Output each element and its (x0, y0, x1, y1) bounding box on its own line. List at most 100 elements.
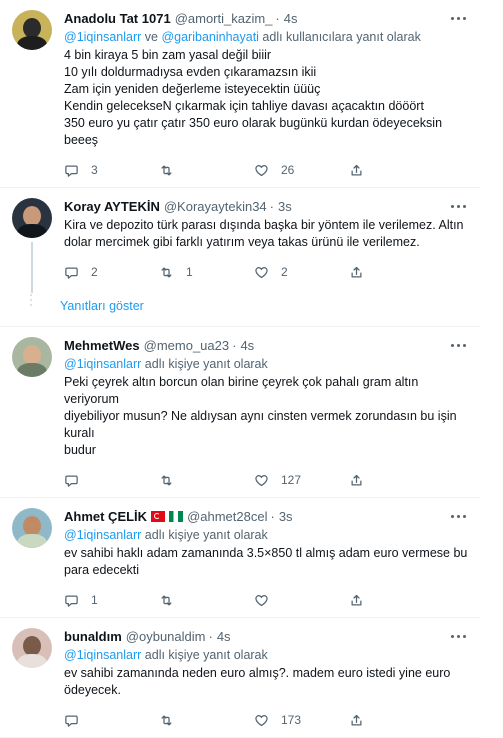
tweet-actions: 127 (64, 471, 468, 489)
reply-feed: Anadolu Tat 1071 @amorti_kazim_ · 4s @1i… (0, 0, 480, 738)
replying-to: @1iqinsanlarr ve @garibaninhayati adlı k… (64, 29, 468, 45)
reply-button[interactable] (64, 713, 159, 728)
tweet-actions: 173 (64, 711, 468, 729)
like-button[interactable]: 26 (254, 163, 349, 178)
display-name[interactable]: bunaldım (64, 628, 122, 645)
share-button[interactable] (349, 265, 376, 280)
like-icon (255, 714, 268, 726)
avatar[interactable] (12, 337, 52, 377)
like-icon (255, 594, 268, 606)
like-icon (255, 266, 268, 278)
like-button[interactable]: 173 (254, 713, 349, 728)
share-icon (351, 164, 362, 175)
tweet-actions: 3 26 (64, 161, 468, 179)
reply-icon (65, 475, 78, 487)
retweet-button[interactable] (159, 713, 254, 728)
share-button[interactable] (349, 713, 376, 728)
mention-link[interactable]: @1iqinsanlarr (64, 357, 141, 371)
reply-button[interactable] (64, 473, 159, 488)
tweet-header: Anadolu Tat 1071 @amorti_kazim_ · 4s (64, 10, 468, 27)
timestamp[interactable]: 4s (284, 10, 298, 27)
reply-button[interactable]: 2 (64, 265, 159, 280)
tweet[interactable]: bunaldım @oybunaldim · 4s @1iqinsanlarr … (0, 618, 480, 738)
mention-link[interactable]: @1iqinsanlarr (64, 30, 141, 44)
show-replies-label[interactable]: Yanıtları göster (60, 299, 144, 313)
show-replies-link[interactable]: Yanıtları göster (0, 289, 480, 327)
tweet-header: Koray AYTEKİN @Korayaytekin34 · 3s (64, 198, 468, 215)
tweet-text: ev sahibi haklı adam zamanında 3.5×850 t… (64, 546, 468, 577)
more-icon[interactable] (450, 508, 468, 524)
separator-dot: · (232, 338, 237, 353)
replying-to: @1iqinsanlarr adlı kişiye yanıt olarak (64, 356, 468, 372)
retweet-icon (161, 165, 172, 175)
reply-suffix: adlı kişiye yanıt olarak (141, 357, 268, 371)
avatar[interactable] (12, 628, 52, 668)
mention-link[interactable]: @1iqinsanlarr (64, 528, 141, 542)
display-name[interactable]: Anadolu Tat 1071 (64, 10, 171, 27)
display-name[interactable]: MehmetWes (64, 337, 140, 354)
share-icon (351, 474, 362, 485)
avatar[interactable] (12, 10, 52, 50)
green-flag-icon (169, 510, 184, 527)
like-count: 26 (281, 163, 295, 177)
reply-count: 1 (91, 593, 98, 607)
replying-to: @1iqinsanlarr adlı kişiye yanıt olarak (64, 647, 468, 663)
retweet-icon (161, 475, 172, 485)
avatar[interactable] (12, 508, 52, 548)
like-button[interactable] (254, 593, 349, 608)
share-icon (351, 266, 362, 277)
retweet-button[interactable]: 1 (159, 265, 254, 280)
tweet[interactable]: Ahmet ÇELİK @ahmet28cel · 3s @1iqinsanla… (0, 498, 480, 618)
like-count: 173 (281, 713, 302, 727)
reply-joiner: ve (141, 30, 162, 44)
mention-link[interactable]: @1iqinsanlarr (64, 648, 141, 662)
tweet[interactable]: Koray AYTEKİN @Korayaytekin34 · 3s Kira … (0, 188, 480, 293)
like-button[interactable]: 2 (254, 265, 349, 280)
like-button[interactable]: 127 (254, 473, 349, 488)
user-handle[interactable]: @amorti_kazim_ (175, 10, 273, 27)
reply-button[interactable]: 1 (64, 593, 159, 608)
user-handle[interactable]: @Korayaytekin34 (164, 198, 267, 215)
display-name[interactable]: Koray AYTEKİN (64, 198, 160, 215)
more-icon[interactable] (450, 198, 468, 214)
more-icon[interactable] (450, 628, 468, 644)
reply-suffix: adlı kullanıcılara yanıt olarak (258, 30, 421, 44)
separator-dot: · (208, 629, 213, 644)
separator-dot: · (275, 11, 280, 26)
like-count: 2 (281, 265, 288, 279)
retweet-icon (161, 267, 172, 277)
share-button[interactable] (349, 473, 376, 488)
timestamp[interactable]: 4s (240, 337, 254, 354)
retweet-button[interactable] (159, 473, 254, 488)
reply-icon (65, 595, 78, 607)
user-handle[interactable]: @memo_ua23 (144, 337, 229, 354)
retweet-button[interactable] (159, 163, 254, 178)
more-icon[interactable] (450, 337, 468, 353)
display-name[interactable]: Ahmet ÇELİK (64, 508, 147, 525)
user-handle[interactable]: @ahmet28cel (187, 508, 267, 525)
tweet-header: Ahmet ÇELİK @ahmet28cel · 3s (64, 508, 468, 527)
timestamp[interactable]: 3s (279, 508, 293, 525)
reply-icon (65, 165, 78, 177)
mention-link[interactable]: @garibaninhayati (161, 30, 258, 44)
reply-icon (65, 715, 78, 727)
retweet-button[interactable] (159, 593, 254, 608)
tweet-header: bunaldım @oybunaldim · 4s (64, 628, 468, 645)
tweet-actions: 1 (64, 591, 468, 609)
share-button[interactable] (349, 593, 376, 608)
avatar[interactable] (12, 198, 52, 238)
tweet[interactable]: MehmetWes @memo_ua23 · 4s @1iqinsanlarr … (0, 327, 480, 498)
user-handle[interactable]: @oybunaldim (126, 628, 206, 645)
tweet[interactable]: Anadolu Tat 1071 @amorti_kazim_ · 4s @1i… (0, 0, 480, 188)
more-icon[interactable] (450, 10, 468, 26)
reply-button[interactable]: 3 (64, 163, 159, 178)
timestamp[interactable]: 3s (278, 198, 292, 215)
reply-suffix: adlı kişiye yanıt olarak (141, 528, 268, 542)
retweet-icon (161, 595, 172, 605)
tweet-text: Peki çeyrek altın borcun olan birine çey… (64, 375, 457, 457)
share-button[interactable] (349, 163, 376, 178)
timestamp[interactable]: 4s (217, 628, 231, 645)
reply-count: 2 (91, 265, 98, 279)
reply-suffix: adlı kişiye yanıt olarak (141, 648, 268, 662)
thread-dots (30, 291, 34, 309)
